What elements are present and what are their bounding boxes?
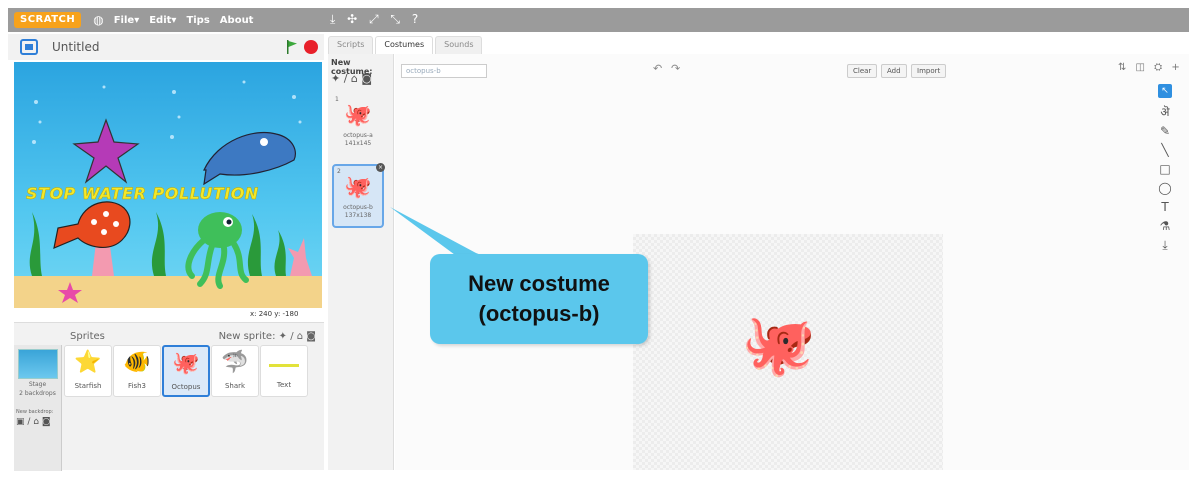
add-button[interactable]: Add [881,64,907,78]
project-title[interactable]: Untitled [52,40,99,54]
octopus-icon: 🐙 [344,103,372,128]
new-backdrop-icons[interactable]: ▣ / ⌂ ◙ [16,417,61,427]
transform-icons[interactable]: ⇅ ◫ ⛭ + [1118,62,1183,73]
scratch-logo[interactable]: SCRATCH [14,12,82,28]
sprites-panel: Sprites New sprite: ✦ / ⌂ ◙ Stage 2 back… [14,322,324,471]
paint-toolbar: ↖ ऄ ✎ ╲ □ ◯ T ⚗ ⤓ [1155,84,1175,255]
presentation-mode-icon[interactable] [20,39,38,55]
callout-line-2: (octopus-b) [478,301,600,326]
octopus-icon: 🐙 [344,175,372,200]
sprite-tile-fish3[interactable]: 🐠 Fish3 [113,345,161,397]
costume-name: octopus-b [343,204,373,211]
sprite-tile-starfish[interactable]: ⭐ Starfish [64,345,112,397]
new-sprite-icons[interactable]: ✦ / ⌂ ◙ [279,331,316,342]
pencil-tool-icon[interactable]: ✎ [1160,122,1170,141]
sprite-name: Shark [224,382,246,390]
green-flag-icon[interactable] [286,40,298,54]
redo-icon[interactable]: ↷ [671,62,680,75]
costume-tile-octopus-a[interactable]: 1 🐙 octopus-a 141x145 [332,94,384,158]
rectangle-tool-icon[interactable]: □ [1159,160,1170,179]
octopus-icon: 🐙 [172,351,200,376]
menu-edit[interactable]: Edit▾ [149,15,176,26]
starfish-icon: ⭐ [74,350,102,375]
text-sprite-preview [269,364,299,367]
new-costume-icons[interactable]: ✦ / ⌂ ◙ [331,72,372,85]
globe-icon[interactable]: ◍ [93,13,103,27]
stage-thumbnail[interactable]: Stage 2 backdrops New backdrop: ▣ / ⌂ ◙ [14,345,62,471]
menu-tips[interactable]: Tips [186,15,209,26]
fish-icon: 🐠 [123,350,151,375]
sprite-tile-octopus[interactable]: 🐙 Octopus [162,345,210,397]
sprite-list: ⭐ Starfish 🐠 Fish3 🐙 Octopus 🦈 Shark Tex… [64,345,309,397]
sprites-title: Sprites [70,330,105,342]
select-tool-icon[interactable]: ↖ [1158,84,1172,98]
callout-box: New costume (octopus-b) [430,254,648,344]
tab-sounds[interactable]: Sounds [435,36,483,54]
menu-bar: SCRATCH ◍ File▾ Edit▾ Tips About ⤓ ✣ ⤢ ⤡… [8,8,1189,32]
costume-size: 141x145 [344,140,372,147]
stamp-tool-icon[interactable]: ⤓ [1162,236,1167,255]
stage-preview [18,349,58,379]
paint-canvas[interactable]: 🐙 [633,234,943,470]
editor-tabs: Scripts Costumes Sounds [328,36,484,54]
costume-list: New costume: ✦ / ⌂ ◙ 1 🐙 octopus-a 141x1… [328,54,394,470]
sprite-tile-text[interactable]: Text [260,345,308,397]
ellipse-tool-icon[interactable]: ◯ [1158,179,1171,198]
menu-about[interactable]: About [220,15,254,26]
sprite-tile-shark[interactable]: 🦈 Shark [211,345,259,397]
import-button[interactable]: Import [911,64,947,78]
costume-number: 2 [337,168,341,175]
stop-icon[interactable] [304,40,318,54]
sprite-name: Text [276,381,292,389]
new-backdrop-label: New backdrop: [16,409,54,415]
sprite-name: Octopus [171,383,201,391]
fill-tool-icon[interactable]: ⚗ [1160,217,1171,236]
close-icon[interactable]: × [376,163,385,172]
clear-button[interactable]: Clear [847,64,878,78]
stage-backdrop-count: 2 backdrops [19,390,56,397]
new-sprite-controls: New sprite: ✦ / ⌂ ◙ [219,331,316,342]
new-sprite-label: New sprite: [218,330,276,342]
stage-header: Untitled [8,34,324,60]
costume-tile-octopus-b[interactable]: 2 × 🐙 octopus-b 137x138 [332,163,385,228]
undo-icon[interactable]: ↶ [653,62,662,75]
stage-banner-text: STOP WATER POLLUTION [26,184,259,204]
text-tool-icon[interactable]: T [1161,198,1168,217]
tab-scripts[interactable]: Scripts [328,36,374,54]
stage-label: Stage [28,381,47,388]
costume-size: 137x138 [344,212,372,219]
callout-line-1: New costume [468,271,610,296]
sprites-header: Sprites New sprite: ✦ / ⌂ ◙ [64,327,322,345]
octopus-icon: 🐙 [741,310,816,380]
line-tool-icon[interactable]: ╲ [1161,141,1168,160]
costume-number: 1 [335,96,339,103]
tab-costumes[interactable]: Costumes [375,36,434,54]
mouse-coordinates: x: 240 y: -180 [250,310,299,318]
sprite-name: Fish3 [128,382,146,390]
reshape-tool-icon[interactable]: ऄ [1160,103,1169,122]
costume-name-input[interactable]: octopus-b [401,64,487,78]
sprite-name: Starfish [74,382,102,390]
costume-name: octopus-a [343,132,373,139]
stage-canvas[interactable]: STOP WATER POLLUTION [14,62,322,308]
shark-icon: 🦈 [221,350,249,375]
toolbar-icons[interactable]: ⤓ ✣ ⤢ ⤡ ? [330,12,422,27]
scratch-window: SCRATCH ◍ File▾ Edit▾ Tips About ⤓ ✣ ⤢ ⤡… [0,0,1189,504]
menu-file[interactable]: File▾ [114,15,140,26]
